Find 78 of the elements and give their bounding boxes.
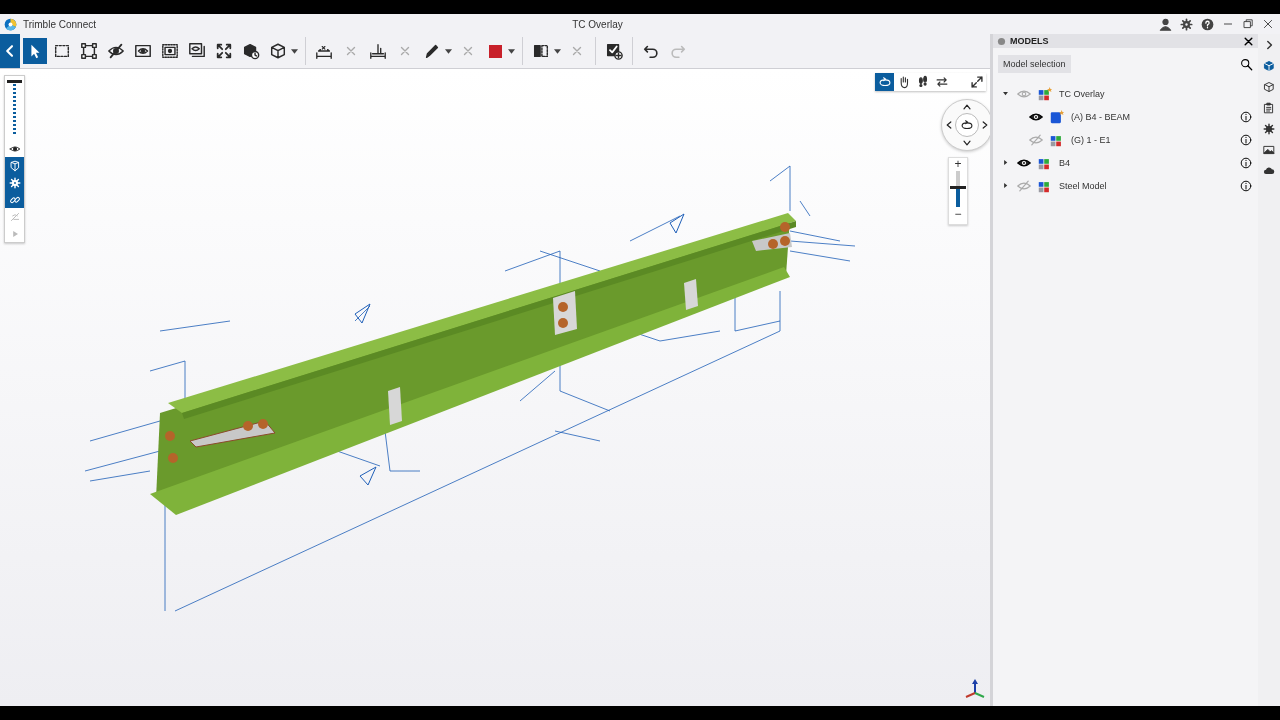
caret-icon bbox=[508, 48, 515, 54]
app-logo-icon bbox=[4, 17, 17, 31]
user-icon bbox=[1159, 17, 1172, 31]
cloud-icon bbox=[1263, 165, 1275, 177]
info-icon bbox=[1240, 110, 1252, 123]
swap-arrows-icon bbox=[934, 75, 949, 89]
eye-slash-icon bbox=[1017, 178, 1031, 193]
orbit-icon bbox=[960, 118, 974, 132]
info-button[interactable] bbox=[1240, 156, 1252, 169]
help-icon bbox=[1201, 17, 1214, 31]
app-title: Trimble Connect bbox=[23, 18, 96, 30]
zoom-out-button[interactable]: − bbox=[954, 208, 962, 220]
gear-icon bbox=[1263, 123, 1275, 135]
zoom-in-button[interactable]: + bbox=[954, 158, 962, 170]
framed-eye-icon bbox=[134, 42, 152, 60]
shield-cube-icon bbox=[8, 159, 21, 172]
gear-icon bbox=[8, 176, 21, 189]
caret-icon bbox=[291, 48, 298, 54]
close-panel-button[interactable] bbox=[1243, 35, 1254, 47]
info-icon bbox=[1240, 156, 1252, 169]
vertical-dimension-icon bbox=[369, 42, 387, 60]
info-button[interactable] bbox=[1240, 133, 1252, 146]
info-icon bbox=[1240, 179, 1252, 192]
panel-title: MODELS bbox=[1010, 36, 1049, 46]
caret-icon bbox=[554, 48, 561, 54]
info-button[interactable] bbox=[1240, 179, 1252, 192]
model-name[interactable]: Steel Model bbox=[1059, 180, 1233, 191]
model-selection-button[interactable]: Model selection bbox=[998, 55, 1071, 73]
x-icon bbox=[398, 44, 412, 58]
expand-diagonal-icon bbox=[969, 75, 984, 89]
visibility-toggle[interactable] bbox=[1017, 178, 1031, 193]
checklist-plus-icon bbox=[605, 42, 623, 60]
link-button[interactable] bbox=[5, 191, 24, 208]
shield-cube-button[interactable] bbox=[5, 157, 24, 174]
dashed-frame-eye-icon bbox=[161, 42, 179, 60]
restore-icon bbox=[1242, 18, 1254, 30]
triangle-right-icon bbox=[1001, 182, 1009, 189]
model-name[interactable]: (A) B4 - BEAM bbox=[1071, 111, 1233, 122]
expand-arrows-icon bbox=[215, 42, 233, 60]
cube-outline-icon bbox=[1263, 81, 1275, 93]
pencil-icon bbox=[423, 42, 441, 60]
orbit-mode-button[interactable] bbox=[875, 73, 894, 91]
x-icon bbox=[570, 44, 584, 58]
orbit-button[interactable] bbox=[955, 113, 979, 137]
eye-slash-icon bbox=[1029, 132, 1043, 147]
clip-slider-thumb[interactable] bbox=[7, 80, 22, 83]
expand-toggle[interactable] bbox=[1000, 90, 1010, 97]
x-icon bbox=[344, 44, 358, 58]
close-icon bbox=[1262, 18, 1274, 30]
visibility-toggle[interactable] bbox=[1029, 132, 1043, 147]
zoom-thumb[interactable] bbox=[950, 185, 966, 189]
info-button[interactable] bbox=[1240, 110, 1252, 123]
model-name[interactable]: B4 bbox=[1059, 157, 1233, 168]
eye-slash-icon bbox=[107, 42, 125, 60]
crossed-marker-icon bbox=[8, 210, 21, 223]
caret-icon bbox=[445, 48, 452, 54]
document-title: TC Overlay bbox=[571, 18, 624, 30]
search-button[interactable] bbox=[1240, 57, 1253, 71]
cube-clock-icon bbox=[242, 42, 260, 60]
search-icon bbox=[1240, 57, 1253, 71]
dashed-rectangle-icon bbox=[53, 42, 71, 60]
triangle-right-icon bbox=[1001, 159, 1009, 166]
stacked-frame-eye-icon bbox=[188, 42, 206, 60]
x-icon bbox=[461, 44, 475, 58]
chevron-left-button[interactable] bbox=[0, 34, 20, 68]
triangle-down-icon bbox=[1001, 90, 1009, 97]
cursor-arrow-button[interactable] bbox=[23, 38, 47, 64]
settings-icon bbox=[1180, 17, 1193, 31]
info-icon bbox=[1240, 133, 1252, 146]
bounding-box-icon bbox=[80, 42, 98, 60]
zoom-slider[interactable] bbox=[950, 170, 966, 208]
orbit-icon bbox=[877, 75, 892, 89]
clipboard-icon bbox=[1263, 102, 1275, 114]
section-plane-icon bbox=[532, 42, 550, 60]
model-name[interactable]: TC Overlay bbox=[1059, 88, 1252, 99]
image-icon bbox=[1263, 144, 1275, 156]
model-name[interactable]: (G) 1 - E1 bbox=[1071, 134, 1233, 145]
close-icon bbox=[1243, 35, 1254, 47]
